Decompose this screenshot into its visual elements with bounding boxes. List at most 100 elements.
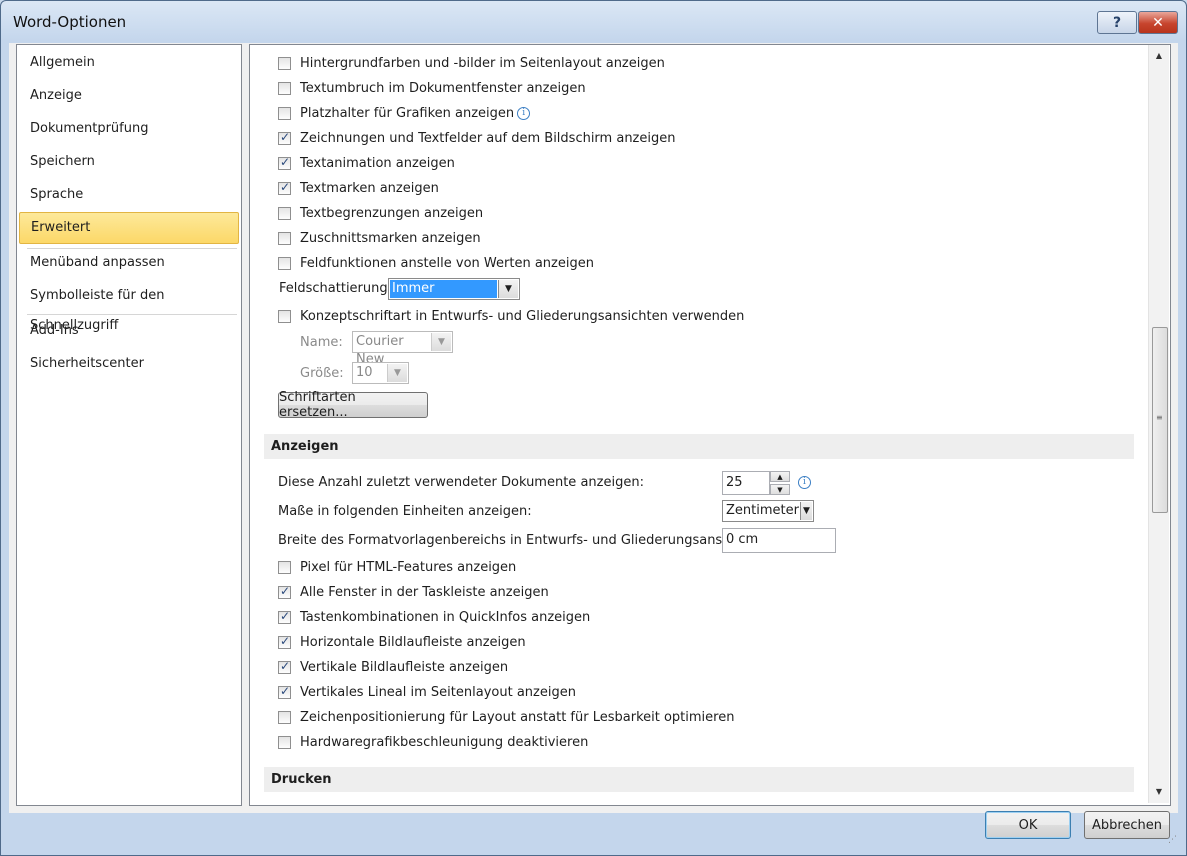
grip-icon: ≡ [1156,413,1163,422]
checkbox[interactable] [278,735,291,749]
chevron-down-icon[interactable]: ▼ [498,280,518,298]
checkbox[interactable] [278,81,291,95]
spin-up-icon[interactable]: ▲ [770,471,790,482]
checkbox[interactable] [278,309,291,323]
chevron-down-icon[interactable]: ▼ [431,333,451,351]
font-size-value: 10 [356,365,373,380]
resize-grip-icon[interactable]: ⋰ [1168,836,1182,852]
nav-item-sprache[interactable]: Sprache [19,180,239,210]
nav-item-speichern[interactable]: Speichern [19,147,239,177]
replace-fonts-button[interactable]: Schriftarten ersetzen... [278,390,428,420]
font-name-label: Name: [300,335,343,350]
title-bar: Word-Optionen ? ✕ [1,1,1186,43]
option-platzhalter-grafiken[interactable]: Platzhalter für Grafiken anzeigen i [278,103,531,123]
option-horizontale-bildlaufleiste[interactable]: Horizontale Bildlaufleiste anzeigen [278,632,526,652]
checkbox[interactable] [278,180,291,195]
checkbox[interactable] [278,256,291,270]
font-size-select[interactable]: 10 ▼ [352,362,409,384]
cancel-button[interactable]: Abbrechen [1084,811,1170,839]
nav-item-allgemein[interactable]: Allgemein [19,48,239,78]
option-zuschnittsmarken[interactable]: Zuschnittsmarken anzeigen [278,228,481,248]
units-label: Maße in folgenden Einheiten anzeigen: [278,504,532,519]
option-textanimation[interactable]: Textanimation anzeigen [278,153,455,173]
scrollbar-thumb[interactable]: ≡ [1152,327,1168,513]
checkbox[interactable] [278,155,291,170]
recent-docs-input[interactable]: 25 [722,471,770,495]
option-label: Feldfunktionen anstelle von Werten anzei… [300,255,594,271]
option-label: Textanimation anzeigen [300,155,455,171]
dialog-title: Word-Optionen [13,13,127,31]
recent-docs-spinner[interactable]: ▲ ▼ [770,471,790,495]
font-name-value: Courier New [356,334,404,367]
checkbox[interactable] [278,659,291,674]
option-label: Vertikales Lineal im Seitenlayout anzeig… [300,684,576,700]
option-vertikales-lineal[interactable]: Vertikales Lineal im Seitenlayout anzeig… [278,682,576,702]
checkbox[interactable] [278,106,291,120]
option-vertikale-bildlaufleiste[interactable]: Vertikale Bildlaufleiste anzeigen [278,657,508,677]
nav-item-anzeige[interactable]: Anzeige [19,81,239,111]
category-nav: Allgemein Anzeige Dokumentprüfung Speich… [16,44,242,806]
help-button[interactable]: ? [1097,11,1137,34]
option-feldfunktionen[interactable]: Feldfunktionen anstelle von Werten anzei… [278,253,594,273]
checkbox[interactable] [278,634,291,649]
checkbox[interactable] [278,684,291,699]
options-panel: Hintergrundfarben und -bilder im Seitenl… [249,44,1171,806]
option-zeichenpositionierung[interactable]: Zeichenpositionierung für Layout anstatt… [278,707,734,727]
option-label: Platzhalter für Grafiken anzeigen [300,105,515,121]
section-drucken: Drucken [264,767,1134,792]
checkbox[interactable] [278,231,291,245]
option-label: Textbegrenzungen anzeigen [300,205,484,221]
option-label: Pixel für HTML-Features anzeigen [300,559,517,575]
option-textmarken[interactable]: Textmarken anzeigen [278,178,439,198]
chevron-down-icon[interactable]: ▼ [387,364,407,382]
style-area-label: Breite des Formatvorlagenbereichs in Ent… [278,533,767,548]
option-label: Hintergrundfarben und -bilder im Seitenl… [300,55,665,71]
nav-item-schnellzugriff[interactable]: Symbolleiste für den Schnellzugriff [19,281,239,333]
scroll-down-icon[interactable]: ▼ [1149,783,1169,801]
option-konzeptschriftart[interactable]: Konzeptschriftart in Entwurfs- und Glied… [278,306,744,326]
checkbox[interactable] [278,56,291,70]
option-pixel-html[interactable]: Pixel für HTML-Features anzeigen [278,557,516,577]
checkbox[interactable] [278,560,291,574]
style-area-input[interactable]: 0 cm [722,528,836,553]
section-anzeigen: Anzeigen [264,434,1134,459]
checkbox[interactable] [278,609,291,624]
option-textumbruch[interactable]: Textumbruch im Dokumentfenster anzeigen [278,78,586,98]
nav-divider [27,314,237,315]
nav-item-sicherheitscenter[interactable]: Sicherheitscenter [19,349,239,379]
units-value: Zentimeter [726,503,799,518]
nav-item-add-ins[interactable]: Add-Ins [19,316,239,346]
option-label: Zeichenpositionierung für Layout anstatt… [300,709,735,725]
checkbox[interactable] [278,710,291,724]
scroll-up-icon[interactable]: ▲ [1149,47,1169,65]
info-icon: i [798,476,811,489]
option-label: Konzeptschriftart in Entwurfs- und Glied… [300,308,745,324]
checkbox[interactable] [278,130,291,145]
option-label: Tastenkombinationen in QuickInfos anzeig… [300,609,591,625]
nav-item-dokumentpruefung[interactable]: Dokumentprüfung [19,114,239,144]
option-fenster-taskleiste[interactable]: Alle Fenster in der Taskleiste anzeigen [278,582,549,602]
option-hardwaregrafik[interactable]: Hardwaregrafikbeschleunigung deaktiviere… [278,732,588,752]
chevron-down-icon[interactable]: ▼ [799,502,812,520]
option-zeichnungen-textfelder[interactable]: Zeichnungen und Textfelder auf dem Bilds… [278,128,675,148]
field-shading-select[interactable]: Immer ▼ [388,278,520,300]
info-icon: i [517,106,531,120]
option-label: Zeichnungen und Textfelder auf dem Bilds… [300,130,676,146]
nav-item-erweitert[interactable]: Erweitert [19,212,239,244]
units-select[interactable]: Zentimeter ▼ [722,500,814,522]
spin-down-icon[interactable]: ▼ [770,484,790,495]
field-shading-label: Feldschattierung: [279,281,393,296]
checkbox[interactable] [278,206,291,220]
vertical-scrollbar[interactable]: ▲ ≡ ▼ [1148,45,1169,803]
option-label: Textumbruch im Dokumentfenster anzeigen [300,80,586,96]
ok-button[interactable]: OK [985,811,1071,839]
close-button[interactable]: ✕ [1138,11,1178,34]
option-tastenkombinationen[interactable]: Tastenkombinationen in QuickInfos anzeig… [278,607,590,627]
option-hintergrundfarben[interactable]: Hintergrundfarben und -bilder im Seitenl… [278,53,665,73]
checkbox[interactable] [278,584,291,599]
font-name-select[interactable]: Courier New ▼ [352,331,453,367]
font-size-label: Größe: [300,366,344,381]
option-textbegrenzungen[interactable]: Textbegrenzungen anzeigen [278,203,483,223]
field-shading-value: Immer [390,280,497,298]
nav-item-menueband-anpassen[interactable]: Menüband anpassen [19,248,239,278]
